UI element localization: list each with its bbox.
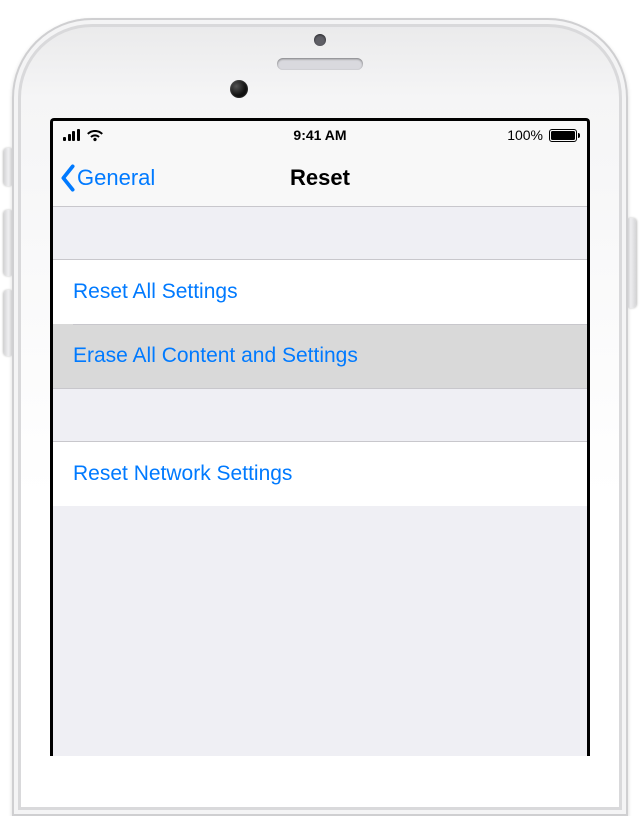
page-title: Reset [53,149,587,206]
erase-all-content-row[interactable]: Erase All Content and Settings [53,324,587,388]
front-camera-icon [230,80,248,98]
status-time: 9:41 AM [53,127,587,143]
settings-group-2: Reset Network Settings [53,441,587,506]
group-spacer [53,389,587,441]
earpiece-speaker-icon [277,58,363,70]
cell-label: Reset Network Settings [73,462,292,486]
cell-label: Reset All Settings [73,280,238,304]
phone-top-sensors [0,54,640,84]
proximity-sensor-icon [314,34,326,46]
cell-label: Erase All Content and Settings [73,344,358,368]
phone-screen: 9:41 AM 100% General Reset Reset All Set… [50,118,590,756]
reset-all-settings-row[interactable]: Reset All Settings [53,260,587,324]
status-bar: 9:41 AM 100% [53,121,587,149]
navigation-bar: General Reset [53,149,587,207]
reset-network-settings-row[interactable]: Reset Network Settings [53,442,587,506]
settings-group-1: Reset All Settings Erase All Content and… [53,259,587,389]
group-spacer [53,207,587,259]
battery-icon [549,129,577,142]
